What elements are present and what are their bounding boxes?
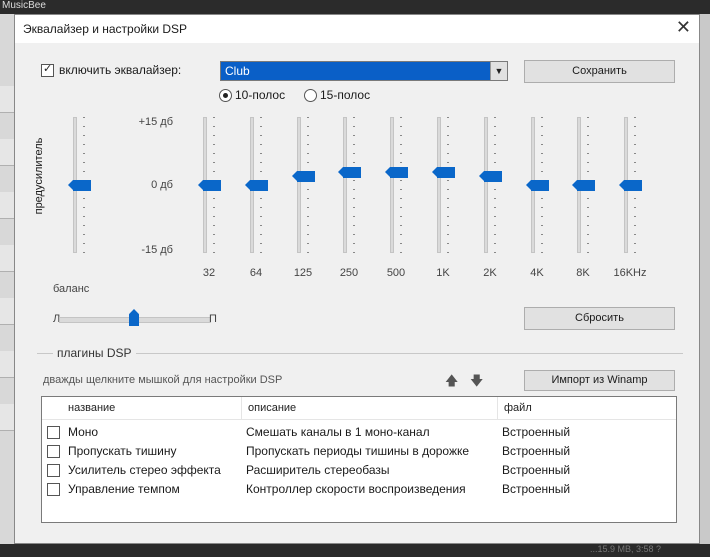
band-frequency-label: 2K: [483, 267, 497, 279]
plugin-checkbox[interactable]: [47, 483, 60, 496]
band-ticks: [307, 117, 309, 253]
plugin-name: Пропускать тишину: [68, 444, 177, 458]
scale-mid-label: 0 дб: [151, 179, 173, 191]
balance-slider-thumb[interactable]: [129, 309, 139, 326]
plugin-file: Встроенный: [502, 463, 571, 477]
background-row: [0, 404, 14, 431]
equalizer-dialog: Эквалайзер и настройки DSP ✕ включить эк…: [14, 14, 700, 544]
band-slider-thumb[interactable]: [292, 171, 315, 183]
band-slider-thumb[interactable]: [619, 179, 642, 191]
background-status-text: ...15.9 MB, 3:58 ?: [590, 544, 662, 554]
plugin-name: Усилитель стерео эффекта: [68, 463, 221, 477]
band-frequency-label: 64: [249, 267, 263, 279]
plugin-description: Контроллер скорости воспроизведения: [246, 482, 466, 496]
preset-value: Club: [225, 64, 250, 78]
table-row[interactable]: Усилитель стерео эффекта Расширитель стер…: [42, 461, 676, 480]
preamp-label: предусилитель: [33, 137, 45, 215]
background-row: [0, 139, 14, 166]
band-frequency-label: 32: [202, 267, 216, 279]
band-frequency-label: 4K: [530, 267, 544, 279]
background-sidebar: [0, 14, 14, 544]
plugin-checkbox[interactable]: [47, 445, 60, 458]
dsp-plugin-list: название описание файл Моно Смешать канал…: [41, 396, 677, 523]
column-name[interactable]: название: [62, 397, 242, 419]
move-down-icon[interactable]: 🡇: [470, 372, 483, 394]
plugin-name: Управление темпом: [68, 482, 180, 496]
move-up-icon[interactable]: 🡅: [445, 372, 458, 394]
radio-10-bands[interactable]: [219, 89, 232, 102]
radio-10-bands-label: 10-полос: [235, 88, 286, 102]
list-header: название описание файл: [42, 397, 676, 420]
import-winamp-button[interactable]: Импорт из Winamp: [524, 370, 675, 391]
plugin-file: Встроенный: [502, 425, 571, 439]
balance-label: баланс: [53, 283, 90, 295]
background-app-title: MusicBee: [2, 0, 46, 11]
table-row[interactable]: Моно Смешать каналы в 1 моно-канал Встроен…: [42, 423, 676, 442]
band-frequency-label: 125: [293, 267, 313, 279]
band-frequency-label: 1K: [436, 267, 450, 279]
background-right-edge: [700, 14, 710, 544]
background-row: [0, 86, 14, 113]
close-icon[interactable]: ✕: [676, 17, 691, 38]
chevron-down-icon[interactable]: ▼: [490, 62, 507, 80]
plugin-file: Встроенный: [502, 444, 571, 458]
plugin-checkbox[interactable]: [47, 426, 60, 439]
plugin-file: Встроенный: [502, 482, 571, 496]
background-row: [0, 245, 14, 272]
band-slider-thumb[interactable]: [338, 167, 361, 178]
band-frequency-label: 250: [339, 267, 359, 279]
background-row: [0, 192, 14, 219]
band-slider-thumb[interactable]: [245, 179, 268, 191]
band-slider-thumb[interactable]: [385, 167, 408, 178]
enable-equalizer-checkbox[interactable]: [41, 62, 54, 77]
band-ticks: [353, 117, 355, 253]
save-button[interactable]: Сохранить: [524, 60, 675, 83]
enable-equalizer-label: включить эквалайзер:: [59, 63, 182, 77]
background-row: [0, 351, 14, 378]
background-row: [0, 298, 14, 325]
band-ticks: [447, 117, 449, 253]
column-file[interactable]: файл: [498, 397, 676, 419]
plugin-description: Смешать каналы в 1 моно-канал: [246, 425, 430, 439]
preset-select[interactable]: Club ▼: [220, 61, 508, 81]
dsp-hint: дважды щелкните мышкой для настройки DSP: [43, 374, 283, 386]
band-ticks: [400, 117, 402, 253]
plugin-description: Пропускать периоды тишины в дорожке: [246, 444, 470, 458]
scale-top-label: +15 дб: [138, 116, 173, 128]
band-slider-thumb[interactable]: [572, 179, 595, 191]
band-slider-track[interactable]: [297, 117, 301, 253]
band-frequency-label: 16KHz: [613, 267, 647, 279]
dialog-title: Эквалайзер и настройки DSP: [23, 22, 188, 36]
band-frequency-label: 8K: [576, 267, 590, 279]
band-slider-thumb[interactable]: [526, 179, 549, 191]
band-slider-thumb[interactable]: [479, 171, 502, 183]
plugin-checkbox[interactable]: [47, 464, 60, 477]
reset-button[interactable]: Сбросить: [524, 307, 675, 330]
preamp-slider-thumb[interactable]: [68, 179, 91, 191]
band-slider-track[interactable]: [343, 117, 347, 253]
radio-15-bands-label: 15-полос: [320, 88, 371, 102]
band-slider-track[interactable]: [437, 117, 441, 253]
band-slider-thumb[interactable]: [198, 179, 221, 191]
band-slider-track[interactable]: [390, 117, 394, 253]
band-slider-track[interactable]: [484, 117, 488, 253]
band-frequency-label: 500: [386, 267, 406, 279]
table-row[interactable]: Пропускать тишину Пропускать периоды тиши…: [42, 442, 676, 461]
plugin-name: Моно: [68, 425, 99, 439]
band-slider-thumb[interactable]: [432, 167, 455, 178]
background-statusbar: ...15.9 MB, 3:58 ?: [0, 544, 710, 557]
balance-right-marker: П: [209, 313, 217, 325]
dialog-titlebar: Эквалайзер и настройки DSP ✕: [15, 15, 699, 43]
radio-15-bands[interactable]: [304, 89, 317, 102]
scale-bottom-label: -15 дб: [141, 244, 173, 256]
plugin-description: Расширитель стереобазы: [246, 463, 390, 477]
background-app-titlebar: MusicBee: [0, 0, 710, 14]
dsp-group-label: плагины DSP: [53, 346, 136, 360]
band-ticks: [494, 117, 496, 253]
column-description[interactable]: описание: [242, 397, 498, 419]
table-row[interactable]: Управление темпом Контроллер скорости вос…: [42, 480, 676, 499]
